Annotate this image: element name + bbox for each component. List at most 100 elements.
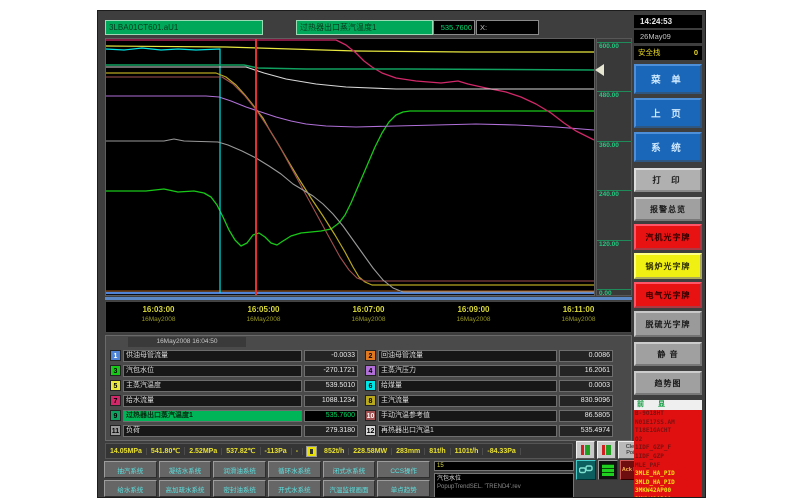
- nav-button[interactable]: 闭式水系统: [323, 461, 376, 478]
- alarm-row[interactable]: 3MKW42AP00: [634, 487, 702, 496]
- legend-pen-row-1[interactable]: 1供油母管流量-0.0033: [110, 349, 358, 362]
- legend-pen-row-7[interactable]: 7给水流量1088.1234: [110, 394, 358, 407]
- pen-trace-8: [106, 73, 594, 285]
- status-value: 1101t/h: [451, 448, 484, 455]
- y-axis-scale: 600.00480.00360.00240.00120.000.00: [596, 38, 632, 296]
- nav-button[interactable]: 密封油系统: [213, 480, 266, 497]
- nav-button[interactable]: 开式水系统: [268, 480, 321, 497]
- command-output-box[interactable]: 汽包水位 PopupTrendSEL. 'TREND4'.rev: [434, 473, 574, 498]
- legend-pen-row-2[interactable]: 2回油母管流量0.0086: [365, 349, 613, 362]
- sidebar-button[interactable]: 打 印: [634, 168, 702, 192]
- scale-tick-label: 480.00: [599, 92, 619, 99]
- command-input-field[interactable]: 15: [434, 461, 574, 471]
- scale-marker-icon[interactable]: [595, 64, 604, 76]
- sidebar-button[interactable]: 趋势图: [634, 371, 702, 395]
- legend-pen-row-4[interactable]: 4主蒸汽压力16.2061: [365, 364, 613, 377]
- legend-pen-row-10[interactable]: 10手动汽温参考值86.5805: [365, 409, 613, 422]
- pen-cursor-value: 1088.1234: [304, 395, 358, 407]
- clock-time: 14:24:53: [634, 15, 702, 28]
- time-axis-tick: 16:03:0016May2008: [106, 302, 211, 332]
- alarm-row[interactable]: T18E1GACHT: [634, 427, 702, 436]
- nav-button[interactable]: 高加疏水系统: [159, 480, 212, 497]
- trend-indicator-button-2[interactable]: [597, 441, 616, 459]
- nav-button[interactable]: CCS操作: [377, 461, 430, 478]
- pen-legend-panel: 16May2008 16:04:50 1供油母管流量-0.00333汽包水位-2…: [105, 335, 632, 441]
- alarm-row[interactable]: 1IDF_GZP: [634, 453, 702, 462]
- sidebar-buttons: 菜 单上 页系 统打 印报警总览汽机光字牌锅炉光字牌电气光字牌脱硫光字牌静 音趋…: [634, 60, 702, 395]
- nav-button[interactable]: 润滑油系统: [213, 461, 266, 478]
- scale-tick-label: 360.00: [599, 142, 619, 149]
- sidebar-button[interactable]: 上 页: [634, 98, 702, 128]
- status-value: 2.52MPa: [185, 448, 222, 455]
- trend-curves: [106, 39, 594, 295]
- pen-color-swatch: 7: [110, 395, 121, 406]
- pen-tag-field[interactable]: 3LBA01CT601.aU1: [105, 20, 263, 35]
- alarm-row[interactable]: MLE_PAF: [634, 462, 702, 471]
- sidebar-button[interactable]: 锅炉光字牌: [634, 253, 702, 279]
- pen-cursor-value: 16.2061: [559, 365, 613, 377]
- sidebar-button[interactable]: 静 音: [634, 342, 702, 366]
- legend-column-left: 1供油母管流量-0.0033 3汽包水位-270.1721 5主蒸汽温度539.50…: [110, 349, 358, 439]
- alarm-row[interactable]: N01E17SS.AM: [634, 419, 702, 428]
- sidebar-button[interactable]: 报警总览: [634, 197, 702, 221]
- alarm-row[interactable]: 3MLD_HA_PID: [634, 479, 702, 488]
- alarm-row[interactable]: B-9O18HT: [634, 410, 702, 419]
- nav-row-1: 抽汽系统凝结水系统润滑油系统循环水系统闭式水系统CCS操作: [104, 461, 432, 478]
- sidebar-button[interactable]: 系 统: [634, 132, 702, 162]
- pen-cursor-value: 539.5010: [304, 380, 358, 392]
- pen-color-swatch: 3: [110, 365, 121, 376]
- pen-cursor-value: 86.5805: [559, 410, 613, 422]
- pen-label: 负荷: [123, 425, 302, 437]
- nav-button[interactable]: 抽汽系统: [104, 461, 157, 478]
- sidebar-button[interactable]: 电气光字牌: [634, 282, 702, 308]
- pen-label: 给煤量: [378, 380, 557, 392]
- pen-cursor-value: 0.0003: [559, 380, 613, 392]
- indicator-mark: [310, 449, 313, 454]
- legend-pen-row-5[interactable]: 5主蒸汽温度539.5010: [110, 379, 358, 392]
- tick-date-label: 16May2008: [316, 316, 421, 323]
- status-value: 14.05MPa: [106, 448, 147, 455]
- security-stack-indicator: 安全栈 0: [634, 46, 702, 60]
- status-value: 852t/h: [320, 448, 349, 455]
- pen-color-swatch: 11: [110, 425, 121, 436]
- pen-label: 供油母管流量: [123, 350, 302, 362]
- grid-view-icon[interactable]: [598, 460, 618, 480]
- sidebar-button[interactable]: 脱硫光字牌: [634, 311, 702, 337]
- nav-button[interactable]: 循环水系统: [268, 461, 321, 478]
- alarm-list-header: 前 显: [634, 400, 702, 410]
- tick-time-label: 16:09:00: [421, 305, 526, 314]
- time-scrollbar[interactable]: [105, 297, 632, 300]
- status-bar: 14.05MPa541.80℃2.52MPa537.82℃-113Pa-852t…: [105, 443, 573, 459]
- chain-glyph: [579, 464, 593, 476]
- alarm-row[interactable]: O2: [634, 436, 702, 445]
- tick-time-label: 16:05:00: [211, 305, 316, 314]
- pen-color-swatch: 1: [110, 350, 121, 361]
- nav-button[interactable]: 凝结水系统: [159, 461, 212, 478]
- trend-plot-area[interactable]: [105, 38, 595, 296]
- status-value: -: [292, 448, 303, 455]
- pen-cursor-value: -0.0033: [304, 350, 358, 362]
- pen-trace-6: [106, 48, 220, 293]
- sidebar-button[interactable]: 汽机光字牌: [634, 224, 702, 250]
- sidebar-button[interactable]: 菜 单: [634, 64, 702, 94]
- scale-tick-label: 0.00: [599, 290, 612, 297]
- nav-button[interactable]: 给水系统: [104, 480, 157, 497]
- link-icon[interactable]: [576, 460, 596, 480]
- pen-color-swatch: 9: [110, 410, 121, 421]
- legend-pen-row-11[interactable]: 11负荷279.3180: [110, 424, 358, 437]
- legend-pen-row-8[interactable]: 8主汽流量830.9096: [365, 394, 613, 407]
- pen-label: 汽包水位: [123, 365, 302, 377]
- pen-color-swatch: 8: [365, 395, 376, 406]
- right-sidebar: 14:24:53 26May09 安全栈 0 菜 单上 页系 统打 印报警总览汽…: [634, 15, 702, 497]
- alarm-row[interactable]: 3MLE_HA_PID: [634, 470, 702, 479]
- nav-button[interactable]: 汽温监视画面: [323, 480, 376, 497]
- legend-pen-row-9[interactable]: 9过热器出口蒸汽温度1535.7600: [110, 409, 358, 422]
- legend-pen-row-12[interactable]: 12再热器出口汽温1535.4974: [365, 424, 613, 437]
- legend-pen-row-3[interactable]: 3汽包水位-270.1721: [110, 364, 358, 377]
- trend-indicator-button-1[interactable]: [576, 441, 595, 459]
- nav-button[interactable]: 单点趋势: [377, 480, 430, 497]
- legend-pen-row-6[interactable]: 6给煤量0.0003: [365, 379, 613, 392]
- command-line2: PopupTrendSEL. 'TREND4'.rev: [437, 483, 571, 491]
- alarm-row[interactable]: 1IDF_GZP_F: [634, 444, 702, 453]
- alarm-row[interactable]: 3MKW42AP00: [634, 496, 702, 498]
